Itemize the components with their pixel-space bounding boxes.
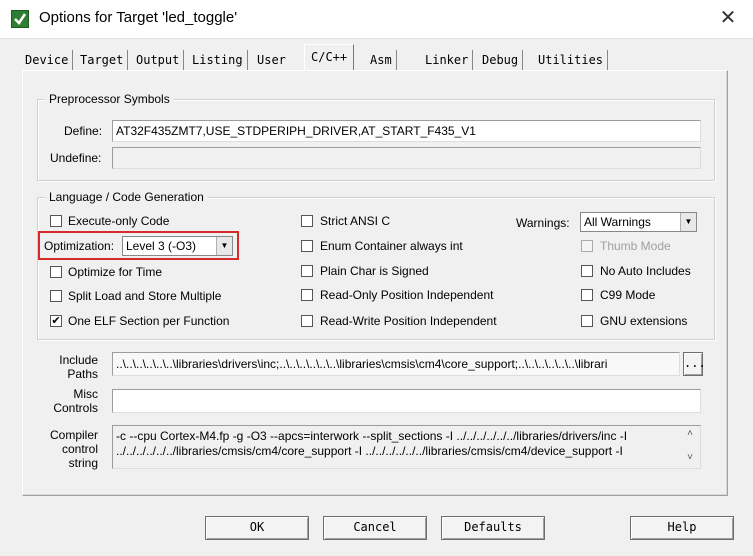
- ro-pos-label: Read-Only Position Independent: [320, 288, 494, 302]
- include-browse-button[interactable]: ...: [683, 352, 706, 376]
- chevron-down-icon[interactable]: ▼: [680, 213, 696, 231]
- undefine-label: Undefine:: [50, 151, 102, 165]
- tab-listing[interactable]: Listing: [189, 50, 248, 70]
- rw-pos-label: Read-Write Position Independent: [320, 314, 497, 328]
- split-load-label: Split Load and Store Multiple: [68, 289, 222, 303]
- preprocessor-legend: Preprocessor Symbols: [45, 92, 174, 106]
- tab-asm[interactable]: Asm: [367, 50, 397, 70]
- optimize-time-checkbox[interactable]: [50, 266, 62, 278]
- chevron-down-icon[interactable]: ▼: [216, 237, 232, 255]
- one-elf-checkbox[interactable]: ✔: [50, 315, 62, 327]
- include-label-line1: Include: [59, 353, 98, 367]
- c99-checkbox[interactable]: [581, 289, 593, 301]
- strict-ansi-checkbox[interactable]: [301, 215, 313, 227]
- optimization-value: Level 3 (-O3): [126, 239, 197, 253]
- title-bar: Options for Target 'led_toggle' ✕: [0, 0, 753, 39]
- plain-char-checkbox[interactable]: [301, 265, 313, 277]
- scroll-down-icon[interactable]: ˅: [683, 452, 697, 463]
- gnu-ext-checkbox[interactable]: [581, 315, 593, 327]
- help-button[interactable]: Help: [630, 516, 734, 540]
- no-auto-includes-label: No Auto Includes: [600, 264, 691, 278]
- optimization-label: Optimization:: [44, 239, 115, 253]
- tab-strip: Device Target Output Listing User C/C++ …: [22, 44, 722, 71]
- plain-char-label: Plain Char is Signed: [320, 264, 429, 278]
- thumb-mode-label: Thumb Mode: [600, 239, 671, 253]
- strict-ansi-label: Strict ANSI C: [320, 214, 391, 228]
- enum-container-checkbox[interactable]: [301, 240, 313, 252]
- one-elf-label: One ELF Section per Function: [68, 314, 230, 328]
- tab-user[interactable]: User: [254, 50, 290, 70]
- enum-container-label: Enum Container always int: [320, 239, 463, 253]
- misc-label-line1: Misc: [73, 387, 98, 401]
- misc-controls-label: Misc Controls: [40, 387, 98, 415]
- app-icon: [11, 10, 29, 28]
- gnu-ext-label: GNU extensions: [600, 314, 688, 328]
- define-label: Define:: [64, 124, 103, 138]
- close-icon[interactable]: ✕: [716, 5, 740, 31]
- tab-device[interactable]: Device: [22, 50, 74, 70]
- misc-label-line2: Controls: [53, 401, 98, 415]
- ro-pos-checkbox[interactable]: [301, 289, 313, 301]
- no-auto-includes-checkbox[interactable]: [581, 265, 593, 277]
- cancel-button[interactable]: Cancel: [323, 516, 427, 540]
- ok-button[interactable]: OK: [205, 516, 309, 540]
- tab-debug[interactable]: Debug: [479, 50, 524, 70]
- compiler-line2: ../../../../../../libraries/cmsis/cm4/co…: [116, 444, 623, 458]
- rw-pos-checkbox[interactable]: [301, 315, 313, 327]
- c99-label: C99 Mode: [600, 288, 656, 302]
- include-label-line2: Paths: [67, 367, 98, 381]
- optimize-time-label: Optimize for Time: [68, 265, 163, 279]
- execute-only-label: Execute-only Code: [68, 214, 170, 228]
- warnings-select[interactable]: All Warnings ▼: [580, 212, 697, 232]
- compiler-label-line2: control: [61, 442, 98, 456]
- compiler-line1: -c --cpu Cortex-M4.fp -g -O3 --apcs=inte…: [116, 429, 628, 443]
- undefine-input[interactable]: [112, 147, 701, 169]
- split-load-checkbox[interactable]: [50, 290, 62, 302]
- tab-output[interactable]: Output: [133, 50, 185, 70]
- include-paths-input[interactable]: ..\..\..\..\..\..\libraries\drivers\inc;…: [112, 352, 680, 376]
- compiler-label-line1: Compiler: [49, 428, 98, 442]
- scroll-up-icon[interactable]: ˄: [683, 428, 697, 439]
- language-legend: Language / Code Generation: [45, 190, 208, 204]
- window-title: Options for Target 'led_toggle': [39, 9, 238, 26]
- warnings-value: All Warnings: [584, 215, 651, 229]
- tab-target[interactable]: Target: [77, 50, 129, 70]
- optimization-select[interactable]: Level 3 (-O3) ▼: [122, 236, 233, 256]
- tab-cc[interactable]: C/C++: [304, 44, 355, 71]
- warnings-label: Warnings:: [516, 216, 570, 230]
- include-paths-label: Include Paths: [40, 353, 98, 381]
- misc-controls-input[interactable]: [112, 389, 701, 413]
- define-input[interactable]: AT32F435ZMT7,USE_STDPERIPH_DRIVER,AT_STA…: [112, 120, 701, 142]
- tab-linker[interactable]: Linker: [422, 50, 474, 70]
- compiler-control-text[interactable]: -c --cpu Cortex-M4.fp -g -O3 --apcs=inte…: [112, 425, 701, 469]
- execute-only-checkbox[interactable]: [50, 215, 62, 227]
- defaults-button[interactable]: Defaults: [441, 516, 545, 540]
- thumb-mode-checkbox[interactable]: [581, 240, 593, 252]
- tab-utilities[interactable]: Utilities: [535, 50, 609, 70]
- compiler-label-line3: string: [68, 456, 98, 470]
- compiler-control-label: Compiler control string: [40, 428, 98, 470]
